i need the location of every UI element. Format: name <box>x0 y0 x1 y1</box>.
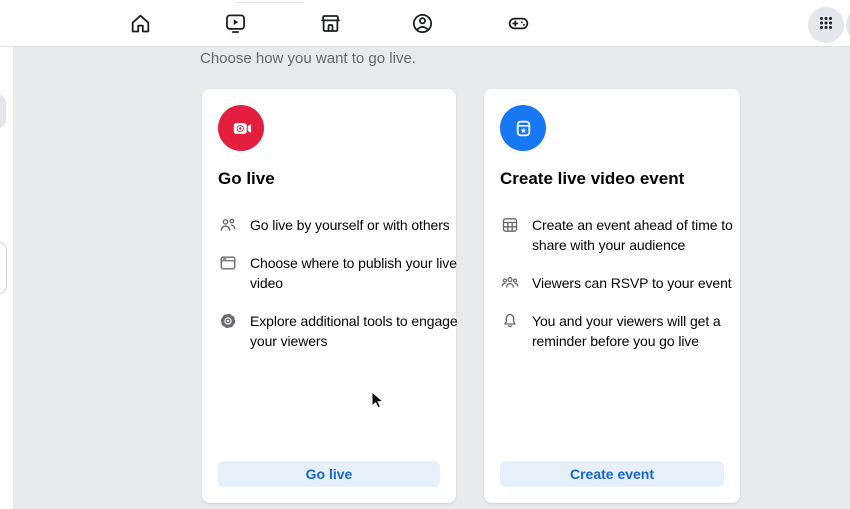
feature-item: Explore additional tools to engage your … <box>218 311 440 351</box>
live-video-icon <box>218 105 264 151</box>
feature-text: Explore additional tools to engage your … <box>250 311 458 351</box>
feature-item: Viewers can RSVP to your event <box>500 273 724 293</box>
feature-text: Go live by yourself or with others <box>250 215 450 235</box>
nav-tab-home[interactable] <box>120 3 160 43</box>
nav-tab-gaming[interactable] <box>498 3 538 43</box>
nav-extra-button-partial[interactable] <box>846 7 850 43</box>
nav-tab-groups[interactable] <box>402 3 442 43</box>
dialog-subtitle: Choose how you want to go live. <box>200 50 416 67</box>
go-live-button[interactable]: Go live <box>218 461 440 487</box>
bell-icon <box>500 311 520 331</box>
card-title: Create live video event <box>500 169 724 189</box>
feature-list: Go live by yourself or with others Choos… <box>218 215 440 351</box>
home-icon <box>128 11 153 36</box>
people-icon <box>218 215 238 235</box>
groups-icon <box>410 11 435 36</box>
feature-item: Create an event ahead of time to share w… <box>500 215 724 255</box>
card-title: Go live <box>218 169 440 189</box>
feature-text: Create an event ahead of time to share w… <box>532 215 733 255</box>
calendar-event-icon <box>500 105 546 151</box>
gaming-icon <box>506 11 531 36</box>
feature-text: You and your viewers will get a reminder… <box>532 311 721 351</box>
create-event-card: Create live video event Create an event … <box>484 89 740 503</box>
nav-tab-watch[interactable] <box>215 3 255 43</box>
sidebar-edge-card <box>0 242 7 294</box>
window-icon <box>218 253 238 273</box>
calendar-grid-icon <box>500 215 520 235</box>
top-navigation-bar <box>0 0 850 47</box>
marketplace-icon <box>318 11 343 36</box>
feature-item: You and your viewers will get a reminder… <box>500 311 724 351</box>
feature-item: Choose where to publish your live video <box>218 253 440 293</box>
feature-text: Viewers can RSVP to your event <box>532 273 732 293</box>
group-icon <box>500 273 520 293</box>
apps-grid-icon <box>817 14 835 37</box>
feature-list: Create an event ahead of time to share w… <box>500 215 724 351</box>
feature-text: Choose where to publish your live video <box>250 253 457 293</box>
go-live-screen: Choose how you want to go live. Go live <box>0 0 850 509</box>
sidebar-edge-pill <box>0 95 6 128</box>
feature-item: Go live by yourself or with others <box>218 215 440 235</box>
watch-icon <box>223 11 248 36</box>
go-live-card: Go live Go live by yourself or with othe… <box>202 89 456 503</box>
create-event-button[interactable]: Create event <box>500 461 724 487</box>
gear-icon <box>218 311 238 331</box>
nav-tab-marketplace[interactable] <box>310 3 350 43</box>
apps-menu-button[interactable] <box>808 7 844 43</box>
